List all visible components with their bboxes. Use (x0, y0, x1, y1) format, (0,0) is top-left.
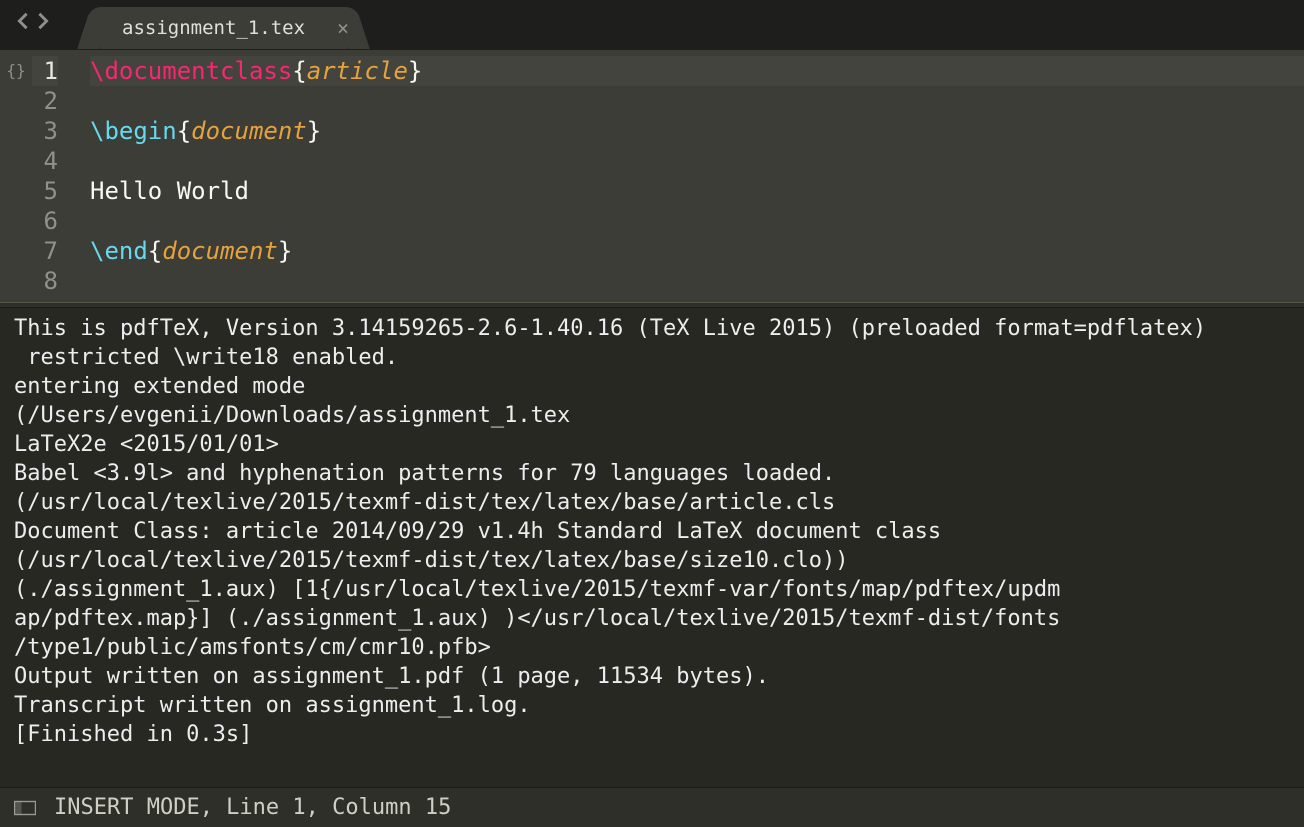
code-token: { (148, 237, 162, 265)
code-line[interactable] (90, 146, 1304, 176)
panel-switch-icon[interactable] (14, 800, 36, 816)
code-token: } (307, 117, 321, 145)
code-line[interactable]: \begin{document} (90, 116, 1304, 146)
code-line[interactable] (90, 206, 1304, 236)
line-number: 3 (32, 116, 58, 146)
nav-forward-icon[interactable] (34, 12, 52, 30)
code-line[interactable] (90, 86, 1304, 116)
code-token: document (162, 237, 278, 265)
line-number: 7 (32, 236, 58, 266)
code-token: { (177, 117, 191, 145)
file-tab-label: assignment_1.tex (122, 17, 305, 39)
build-output-panel[interactable]: This is pdfTeX, Version 3.14159265-2.6-1… (0, 308, 1304, 787)
status-text: INSERT MODE, Line 1, Column 15 (54, 795, 451, 820)
code-line[interactable]: \end{document} (90, 236, 1304, 266)
status-bar: INSERT MODE, Line 1, Column 15 (0, 787, 1304, 827)
nav-back-icon[interactable] (14, 12, 32, 30)
nav-arrows (4, 0, 60, 49)
line-number-gutter[interactable]: 12345678 (32, 50, 72, 302)
tab-bar: assignment_1.tex × (0, 0, 1304, 50)
fold-indicator-icon[interactable]: {} (0, 50, 32, 302)
code-line[interactable]: Hello World (90, 176, 1304, 206)
code-token: } (278, 237, 292, 265)
close-tab-icon[interactable]: × (337, 18, 349, 38)
line-number: 1 (32, 56, 58, 86)
line-number: 6 (32, 206, 58, 236)
code-token: article (307, 57, 408, 85)
code-line[interactable]: \documentclass{article} (90, 56, 1304, 86)
file-tab[interactable]: assignment_1.tex × (100, 7, 347, 49)
code-area[interactable]: \documentclass{article} \begin{document}… (72, 50, 1304, 302)
line-number: 8 (32, 266, 58, 296)
line-number: 2 (32, 86, 58, 116)
code-token: } (408, 57, 422, 85)
line-number: 5 (32, 176, 58, 206)
code-token: \end (90, 237, 148, 265)
editor-wrap: {} 12345678 \documentclass{article} \beg… (0, 50, 1304, 787)
line-number: 4 (32, 146, 58, 176)
code-editor[interactable]: {} 12345678 \documentclass{article} \beg… (0, 50, 1304, 302)
code-token: Hello World (90, 177, 249, 205)
code-line[interactable] (90, 266, 1304, 296)
code-token: { (292, 57, 306, 85)
code-token: document (191, 117, 307, 145)
editor-window: assignment_1.tex × {} 12345678 \document… (0, 0, 1304, 827)
code-token: \documentclass (90, 57, 292, 85)
code-token: \begin (90, 117, 177, 145)
